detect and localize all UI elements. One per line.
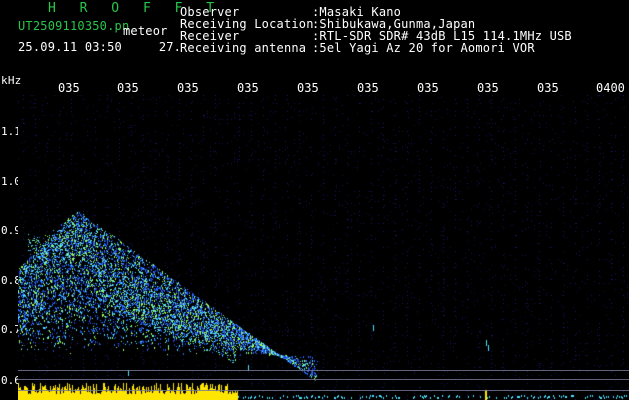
x-tick-label: 035 <box>117 81 139 95</box>
file-name: UT2509110350.pn <box>18 19 130 33</box>
x-tick-label: 035 <box>477 81 499 95</box>
x-tick-label: 035 <box>417 81 439 95</box>
spectrogram-canvas <box>18 95 629 400</box>
x-tick-label: 035 <box>297 81 319 95</box>
x-tick-label: 035 <box>237 81 259 95</box>
timestamp-line: 25.09.11 03:50 27. <box>18 41 181 53</box>
meteor-label: meteor <box>123 24 168 38</box>
frequency-unit-label: kHz <box>1 74 22 87</box>
metadata-value: :5el Yagi Az 20 for Aomori VOR <box>312 41 535 55</box>
x-tick-label: 035 <box>58 81 80 95</box>
metadata-block: Observer:Masaki Kano Receiving Location:… <box>180 6 572 54</box>
metadata-row-antenna: Receiving antenna :5el Yagi Az 20 for Aom… <box>180 42 572 54</box>
metadata-label: Receiving antenna <box>180 41 307 55</box>
x-tick-label: 0400 <box>596 81 625 95</box>
x-tick-label: 035 <box>357 81 379 95</box>
x-tick-label: 035 <box>177 81 199 95</box>
x-tick-label: 035 <box>537 81 559 95</box>
meteor-count: 27. <box>158 40 182 54</box>
timestamp: 25.09.11 03:50 <box>18 40 122 54</box>
